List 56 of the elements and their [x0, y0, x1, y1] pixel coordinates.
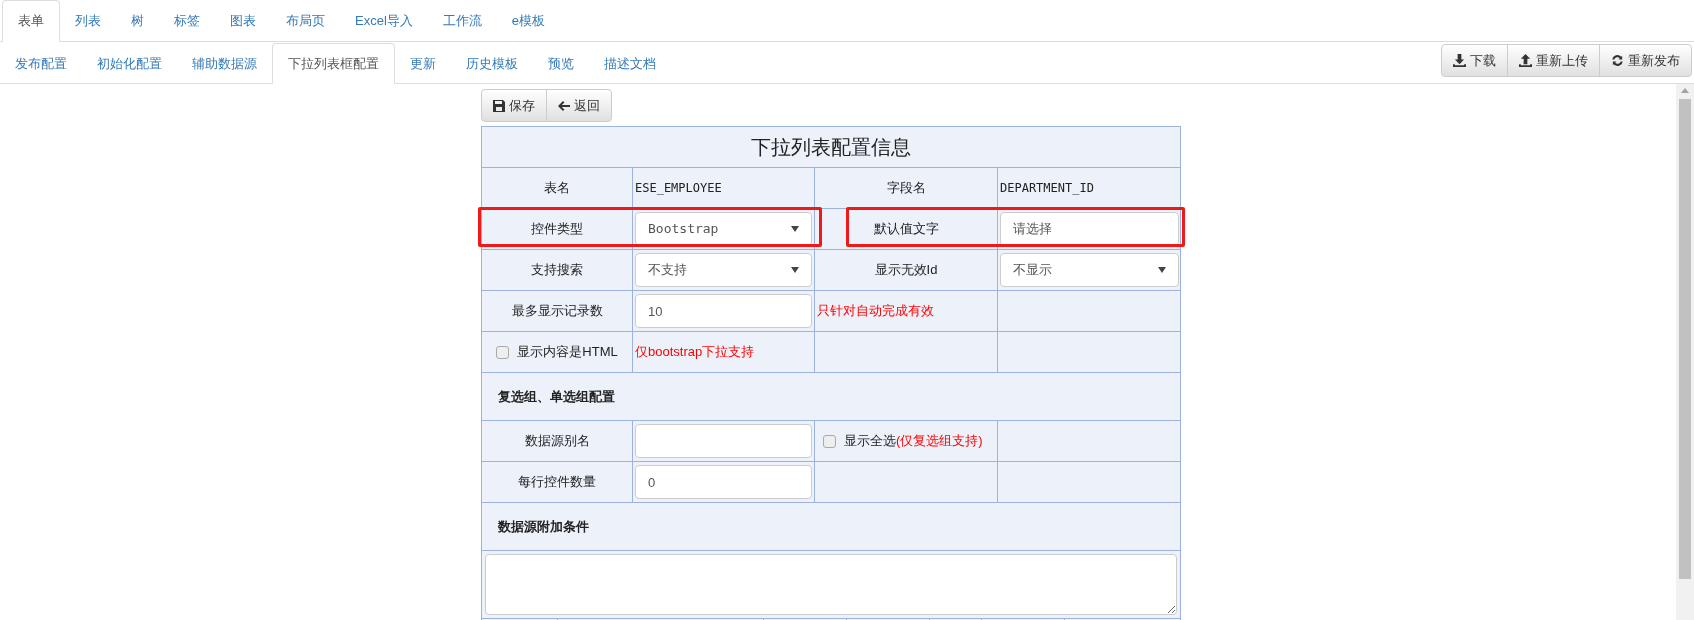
section-heading: 复选组、单选组配置 [498, 387, 615, 406]
sub-tab[interactable]: 辅助数据源 [177, 43, 272, 84]
form-title: 下拉列表配置信息 [751, 134, 911, 161]
main-tab[interactable]: Excel导入 [340, 0, 428, 42]
sub-tab[interactable]: 描述文档 [589, 43, 671, 84]
sub-tab[interactable]: 下拉列表框配置 [272, 43, 395, 84]
field-label: 控件类型 [531, 220, 583, 239]
field-value: ESE_EMPLOYEE [635, 180, 722, 197]
main-tab[interactable]: 工作流 [427, 0, 497, 42]
main-tab[interactable]: 图表 [215, 0, 271, 42]
field-label: 默认值文字 [873, 220, 939, 239]
form-button[interactable]: 返回 [546, 89, 612, 122]
main-tab[interactable]: e模板 [496, 0, 561, 42]
main-tab[interactable]: 表单 [2, 0, 60, 42]
main-tab[interactable]: 列表 [60, 0, 116, 42]
input-field[interactable]: 0 [635, 465, 812, 499]
form-button[interactable]: 保存 [481, 89, 547, 122]
field-label: 表名 [544, 179, 570, 198]
checkbox[interactable] [496, 345, 510, 359]
checkbox-label: 显示内容是HTML [517, 343, 618, 362]
refresh-icon [1611, 54, 1624, 67]
main-tab[interactable]: 布局页 [271, 0, 340, 42]
sub-tab[interactable]: 更新 [395, 43, 451, 84]
checkbox[interactable] [823, 434, 836, 448]
dropdown-caret-icon [791, 226, 799, 232]
field-label: 字段名 [886, 179, 926, 198]
dropdown-caret-icon [791, 267, 799, 273]
field-label: 每行控件数量 [518, 473, 596, 492]
main-tab[interactable]: 树 [116, 0, 159, 42]
download-icon [1453, 54, 1466, 67]
sub-tab[interactable]: 初始化配置 [82, 43, 177, 84]
select-field[interactable]: 不显示 [1000, 253, 1179, 287]
field-label: 最多显示记录数 [511, 302, 603, 321]
sub-tab[interactable]: 预览 [533, 43, 589, 84]
dropdown-caret-icon [1158, 267, 1166, 273]
section-heading: 数据源附加条件 [498, 517, 589, 536]
hint-text: 只针对自动完成有效 [817, 302, 934, 321]
field-label: 支持搜索 [531, 261, 583, 280]
input-field[interactable]: 请选择 [1000, 212, 1179, 246]
field-label: 数据源别名 [524, 432, 590, 451]
select-field[interactable]: 不支持 [635, 253, 812, 287]
toolbar-button[interactable]: 下载 [1441, 44, 1508, 77]
main-tab[interactable]: 标签 [159, 0, 215, 42]
select-field[interactable]: Bootstrap [635, 212, 812, 246]
scroll-up-icon[interactable] [1681, 88, 1689, 93]
checkbox-label: 显示全选(仅复选组支持) [844, 432, 983, 451]
sub-tab[interactable]: 发布配置 [0, 43, 82, 84]
hint-text: 仅bootstrap下拉支持 [635, 343, 755, 362]
toolbar-button[interactable]: 重新发布 [1599, 44, 1692, 77]
sub-tab[interactable]: 历史模板 [451, 43, 533, 84]
input-field[interactable]: 10 [635, 294, 812, 328]
toolbar-button[interactable]: 重新上传 [1507, 44, 1600, 77]
field-value: DEPARTMENT_ID [1000, 180, 1094, 197]
field-label: 显示无效Id [874, 261, 938, 280]
arrow-left-icon [558, 99, 570, 112]
upload-icon [1519, 54, 1532, 67]
